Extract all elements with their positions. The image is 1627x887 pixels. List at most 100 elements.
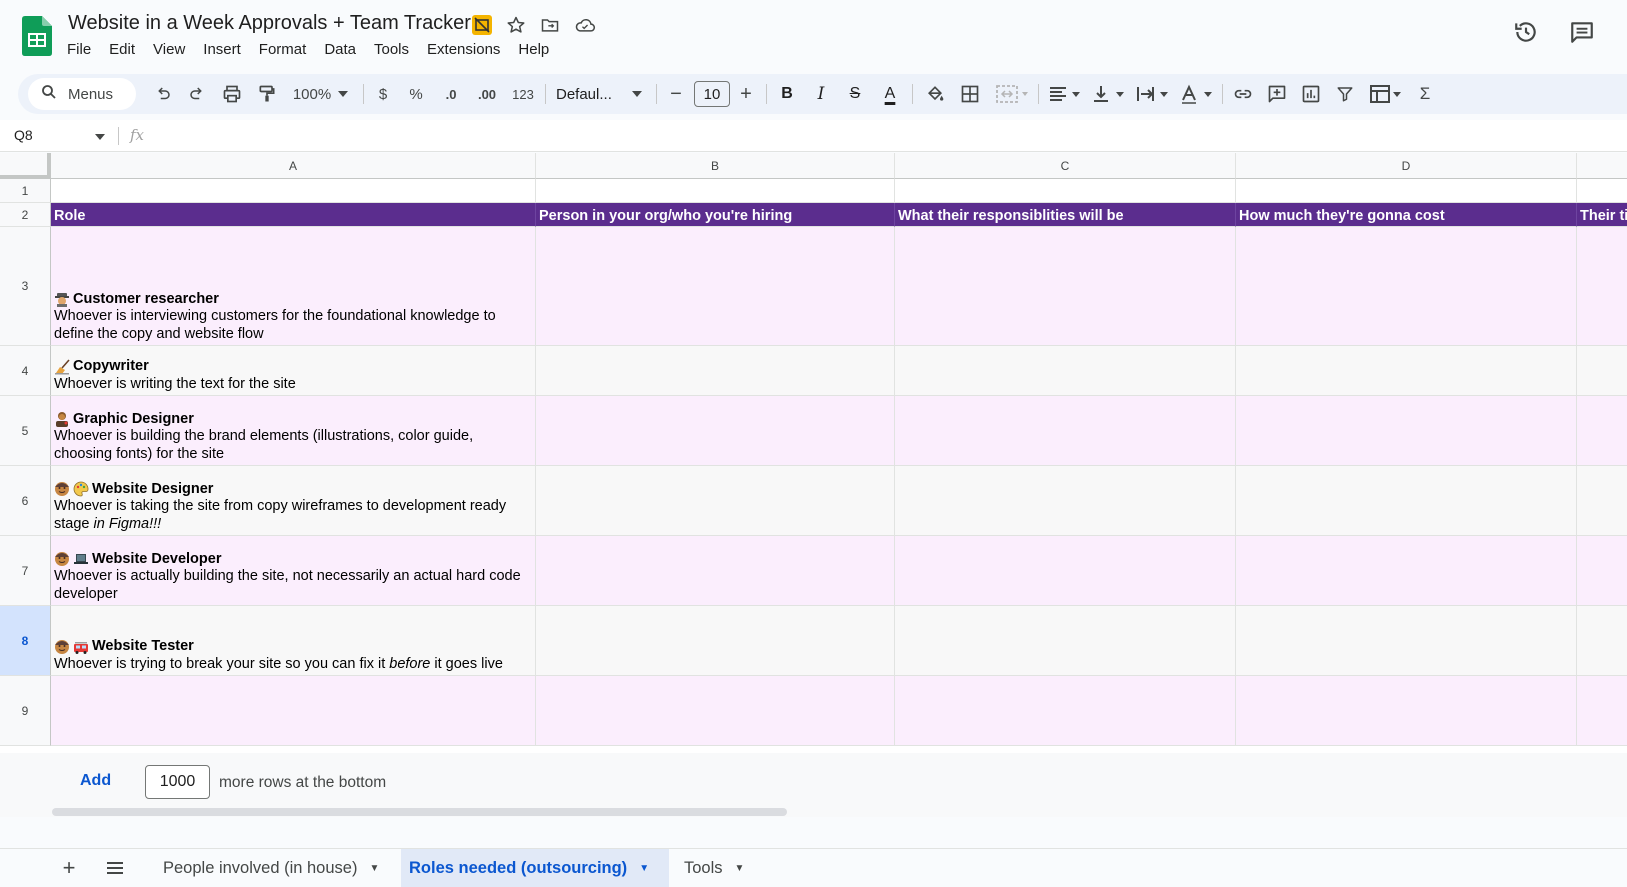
- row-header-4[interactable]: 4: [0, 346, 51, 396]
- row-header-5[interactable]: 5: [0, 396, 51, 466]
- col-header-c[interactable]: C: [895, 153, 1236, 179]
- row-header-9[interactable]: 9: [0, 676, 51, 746]
- move-folder-icon[interactable]: [538, 13, 562, 37]
- row-header-6[interactable]: 6: [0, 466, 51, 536]
- menu-tools[interactable]: Tools: [365, 39, 418, 60]
- col-header-a[interactable]: A: [51, 153, 536, 179]
- cell-a6[interactable]: Website Designer Whoever is taking the s…: [51, 466, 536, 536]
- italic-button[interactable]: I: [808, 74, 834, 114]
- cell-c8[interactable]: [895, 606, 1236, 676]
- header-person[interactable]: Person in your org/who you're hiring: [536, 203, 895, 227]
- cell-b9[interactable]: [536, 676, 895, 746]
- cell-c1[interactable]: [895, 179, 1236, 203]
- menu-edit[interactable]: Edit: [100, 39, 144, 60]
- cell-a5[interactable]: Graphic Designer Whoever is building the…: [51, 396, 536, 466]
- cell-b1[interactable]: [536, 179, 895, 203]
- cell-e6[interactable]: [1577, 466, 1627, 536]
- select-all-corner[interactable]: [0, 153, 51, 179]
- cell-c6[interactable]: [895, 466, 1236, 536]
- chart-icon[interactable]: [1296, 74, 1326, 114]
- increase-decimal-button[interactable]: .00: [472, 74, 502, 114]
- history-icon[interactable]: [1512, 18, 1540, 46]
- chevron-down-icon[interactable]: ▼: [639, 863, 649, 874]
- row-header-3[interactable]: 3: [0, 227, 51, 346]
- cell-d6[interactable]: [1236, 466, 1577, 536]
- merge-icon[interactable]: [990, 74, 1034, 114]
- decrease-decimal-button[interactable]: .0: [438, 74, 464, 114]
- cell-d1[interactable]: [1236, 179, 1577, 203]
- header-timeline[interactable]: Their ti: [1577, 203, 1627, 227]
- filter-views-icon[interactable]: [1364, 74, 1408, 114]
- document-title[interactable]: Website in a Week Approvals + Team Track…: [68, 12, 471, 35]
- currency-format-button[interactable]: $: [372, 74, 394, 114]
- cell-c7[interactable]: [895, 536, 1236, 606]
- cell-e9[interactable]: [1577, 676, 1627, 746]
- horizontal-scrollbar-thumb[interactable]: [52, 808, 787, 816]
- row-header-1[interactable]: 1: [0, 179, 51, 203]
- star-icon[interactable]: [504, 13, 528, 37]
- cell-d8[interactable]: [1236, 606, 1577, 676]
- header-responsibilities[interactable]: What their responsiblities will be: [895, 203, 1236, 227]
- cell-d4[interactable]: [1236, 346, 1577, 396]
- zoom-caret-icon[interactable]: [334, 74, 352, 114]
- rotate-icon[interactable]: [1176, 74, 1218, 114]
- functions-icon[interactable]: Σ: [1412, 74, 1438, 114]
- add-rows-count-input[interactable]: 1000: [145, 765, 210, 799]
- name-box[interactable]: Q8: [14, 127, 33, 143]
- cell-e1[interactable]: [1577, 179, 1627, 203]
- slides-badge-icon[interactable]: [470, 13, 494, 37]
- redo-icon[interactable]: [182, 74, 212, 114]
- cell-c9[interactable]: [895, 676, 1236, 746]
- menu-format[interactable]: Format: [250, 39, 316, 60]
- menu-data[interactable]: Data: [315, 39, 365, 60]
- undo-icon[interactable]: [148, 74, 178, 114]
- zoom-value[interactable]: 100%: [284, 74, 340, 114]
- cell-c3[interactable]: [895, 227, 1236, 346]
- tab-tools[interactable]: Tools ▼: [676, 849, 756, 887]
- cell-b3[interactable]: [536, 227, 895, 346]
- comment-icon[interactable]: [1262, 74, 1292, 114]
- row-header-2[interactable]: 2: [0, 203, 51, 227]
- row-header-7[interactable]: 7: [0, 536, 51, 606]
- tab-roles-needed[interactable]: Roles needed (outsourcing) ▼: [401, 849, 669, 887]
- cell-a1[interactable]: [51, 179, 536, 203]
- print-icon[interactable]: [216, 74, 248, 114]
- valign-icon[interactable]: [1088, 74, 1130, 114]
- strikethrough-button[interactable]: S: [842, 74, 868, 114]
- chevron-down-icon[interactable]: ▼: [735, 863, 745, 874]
- all-sheets-icon[interactable]: [98, 849, 132, 887]
- cell-d9[interactable]: [1236, 676, 1577, 746]
- cell-b5[interactable]: [536, 396, 895, 466]
- header-cost[interactable]: How much they're gonna cost: [1236, 203, 1577, 227]
- font-size-field[interactable]: 10: [692, 74, 732, 114]
- menu-help[interactable]: Help: [509, 39, 558, 60]
- sheets-logo[interactable]: [22, 16, 52, 56]
- cell-a9[interactable]: [51, 676, 536, 746]
- text-color-button[interactable]: A: [876, 74, 904, 114]
- link-icon[interactable]: [1228, 74, 1258, 114]
- cell-e5[interactable]: [1577, 396, 1627, 466]
- cell-b6[interactable]: [536, 466, 895, 536]
- cell-d7[interactable]: [1236, 536, 1577, 606]
- cell-a3[interactable]: Customer researcher Whoever is interview…: [51, 227, 536, 346]
- col-header-d[interactable]: D: [1236, 153, 1577, 179]
- cloud-icon[interactable]: [573, 13, 597, 37]
- wrap-icon[interactable]: [1132, 74, 1174, 114]
- align-icon[interactable]: [1044, 74, 1086, 114]
- search-menus[interactable]: Menus: [28, 78, 136, 110]
- row-header-8[interactable]: 8: [0, 606, 51, 676]
- menu-file[interactable]: File: [58, 39, 100, 60]
- font-family-select[interactable]: Defaul...: [556, 74, 628, 114]
- formula-input[interactable]: [160, 124, 1600, 148]
- col-header-e[interactable]: [1577, 153, 1627, 179]
- bold-button[interactable]: B: [774, 74, 800, 114]
- fill-color-icon[interactable]: [920, 74, 950, 114]
- paint-format-icon[interactable]: [251, 74, 283, 114]
- decrease-font-size-button[interactable]: −: [664, 74, 688, 114]
- menu-insert[interactable]: Insert: [194, 39, 250, 60]
- borders-icon[interactable]: [955, 74, 985, 114]
- menu-extensions[interactable]: Extensions: [418, 39, 509, 60]
- cell-b4[interactable]: [536, 346, 895, 396]
- tab-people-involved[interactable]: People involved (in house) ▼: [155, 849, 398, 887]
- percent-format-button[interactable]: %: [405, 74, 427, 114]
